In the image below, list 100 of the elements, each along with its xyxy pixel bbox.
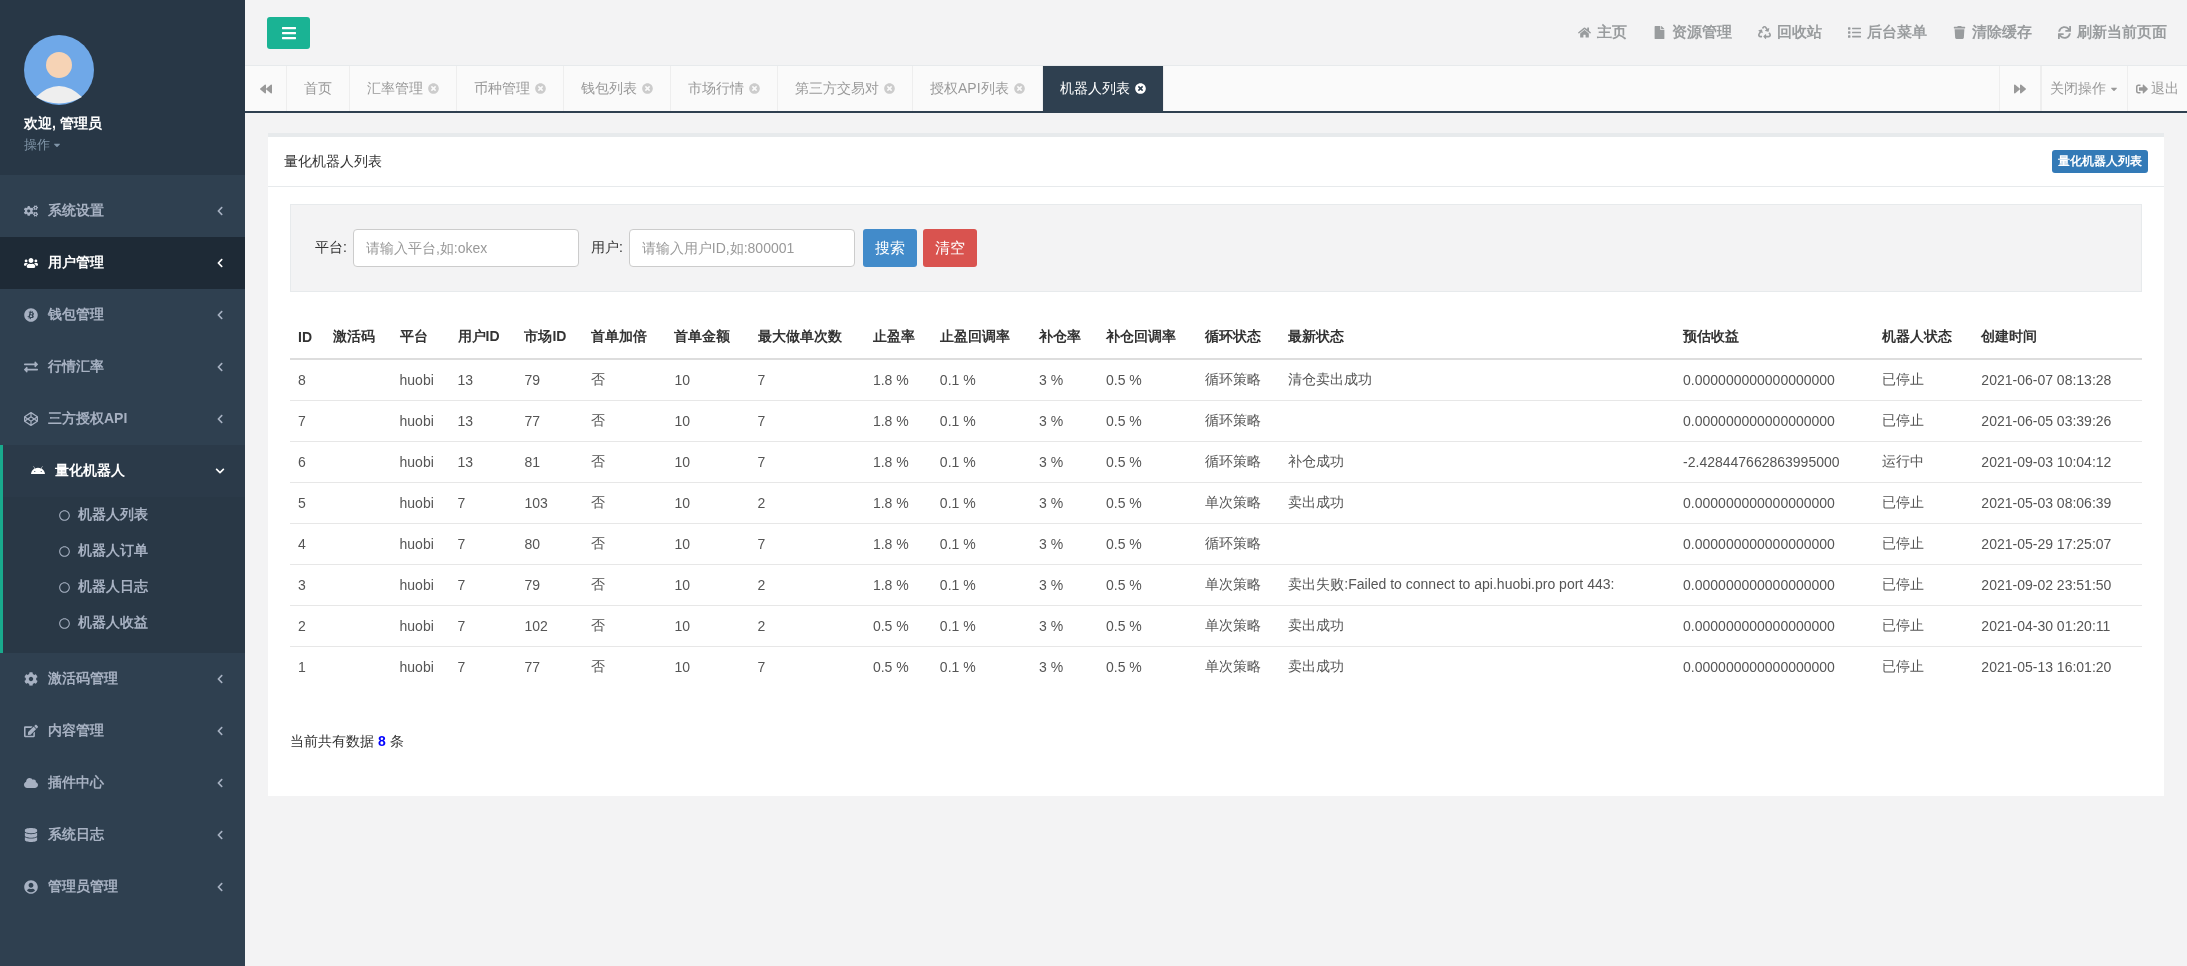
sidebar-item[interactable]: 系统日志 [0,809,245,861]
table-cell: 清仓卖出成功 [1280,359,1676,401]
table-cell: 循环策略 [1197,359,1281,401]
page-tab[interactable]: 第三方交易对 [778,66,913,111]
table-cell: 已停止 [1874,400,1974,442]
table-cell: 1.8 % [864,564,932,606]
page-tab[interactable]: 机器人列表 [1042,66,1164,111]
clear-button[interactable]: 清空 [922,229,977,267]
table-cell: 卖出成功 [1280,605,1676,647]
page-tab[interactable]: 首页 [287,66,350,111]
sidebar-item[interactable]: 系统设置 [0,185,245,237]
column-header: 止盈率 [864,316,932,359]
table-cell: 3 % [1031,400,1098,442]
table-cell: 77 [516,646,584,688]
table-cell: 单次策略 [1197,482,1281,524]
menu-icon [24,360,38,374]
table-cell: 7 [449,523,517,565]
column-header: 创建时间 [1973,316,2142,359]
nav-icon [1848,26,1861,39]
sidebar-item[interactable]: 内容管理 [0,705,245,757]
table-cell: 10 [666,441,750,483]
table-cell: 已停止 [1874,359,1974,401]
table-cell: 0.000000000000000000 [1675,482,1875,524]
scroll-right-button[interactable] [1999,66,2041,111]
sidebar-item[interactable]: 钱包管理 [0,289,245,341]
top-nav-link[interactable]: 清除缓存 [1953,23,2032,42]
table-cell: 10 [666,564,750,606]
table-cell: 13 [449,359,517,401]
table-cell: 0.5 % [864,646,932,688]
table-cell: 77 [516,400,584,442]
close-icon[interactable] [1134,83,1146,94]
table-cell: 0.1 % [931,605,1032,647]
menu-toggle-button[interactable] [267,16,310,49]
table-cell: 10 [666,605,750,647]
table-cell: 2021-09-02 23:51:50 [1973,564,2142,606]
sidebar-item[interactable]: 插件中心 [0,757,245,809]
field-label: 平台: [315,239,347,257]
submenu-item[interactable]: 机器人订单 [3,533,245,569]
page-tab[interactable]: 币种管理 [457,66,564,111]
table-cell: 3 % [1031,605,1098,647]
menu-icon [24,308,38,322]
chevron-left-icon [215,310,225,320]
table-cell: 7 [449,605,517,647]
submenu-item[interactable]: 机器人日志 [3,569,245,605]
avatar-icon [24,35,94,105]
table-cell: 已停止 [1874,646,1974,688]
table-cell: 6 [290,441,325,483]
table-cell: 卖出成功 [1280,482,1676,524]
table-cell: 否 [583,400,667,442]
table-cell: 否 [583,605,667,647]
table-cell: -2.428447662863995000 [1675,441,1875,483]
table-cell: huobi [391,359,450,401]
page-tab[interactable]: 市场行情 [671,66,778,111]
page-tab[interactable]: 汇率管理 [350,66,457,111]
table-cell: 0.1 % [931,523,1032,565]
sidebar-item[interactable]: 量化机器人 [0,445,245,497]
chevron-left-icon [215,830,225,840]
column-header: 机器人状态 [1874,316,1974,359]
table-cell: 否 [583,523,667,565]
table-cell: 2021-09-03 10:04:12 [1973,441,2142,483]
nav-icon [1758,26,1771,39]
table-cell: 0.1 % [931,646,1032,688]
table-cell: 103 [516,482,584,524]
table-cell: 10 [666,482,750,524]
chevron-down-icon [215,466,225,476]
table-cell: 1.8 % [864,441,932,483]
column-header: 补仓率 [1031,316,1098,359]
top-nav-link[interactable]: 回收站 [1758,23,1822,42]
table-cell: 2 [749,482,865,524]
top-nav-link[interactable]: 资源管理 [1653,23,1732,42]
top-nav-link[interactable]: 后台菜单 [1848,23,1927,42]
user-id-input[interactable]: 请输入用户ID,如:800001 [628,229,855,267]
operation-dropdown[interactable]: 操作 [24,136,245,154]
sidebar-item[interactable]: 三方授权API [0,393,245,445]
top-nav-link[interactable]: 主页 [1578,23,1627,42]
top-nav-link[interactable]: 刷新当前页面 [2058,23,2167,42]
page-tab[interactable]: 钱包列表 [564,66,671,111]
table-cell: 3 % [1031,482,1098,524]
search-button[interactable]: 搜索 [862,229,917,267]
table-cell: 否 [583,359,667,401]
page-tab[interactable]: 授权API列表 [913,66,1043,111]
sidebar-item[interactable]: 用户管理 [0,237,245,289]
sidebar-item[interactable]: 行情汇率 [0,341,245,393]
submenu-item[interactable]: 机器人列表 [3,497,245,533]
sidebar-item[interactable]: 管理员管理 [0,861,245,913]
table-cell: 79 [516,564,584,606]
chevron-left-icon [215,414,225,424]
rewind-icon [259,82,272,95]
table-cell: 1.8 % [864,359,932,401]
table-cell: 0.1 % [931,400,1032,442]
table-cell: 否 [583,441,667,483]
platform-input[interactable]: 请输入平台,如:okex [352,229,579,267]
sidebar-item[interactable]: 激活码管理 [0,653,245,705]
table-cell: 7 [749,359,865,401]
table-cell: 0.000000000000000000 [1675,359,1875,401]
table-cell: 0.5 % [1098,400,1198,442]
table-cell: 已停止 [1874,482,1974,524]
chevron-left-icon [215,206,225,216]
submenu-item[interactable]: 机器人收益 [3,605,245,641]
nav-icon [1578,26,1591,39]
